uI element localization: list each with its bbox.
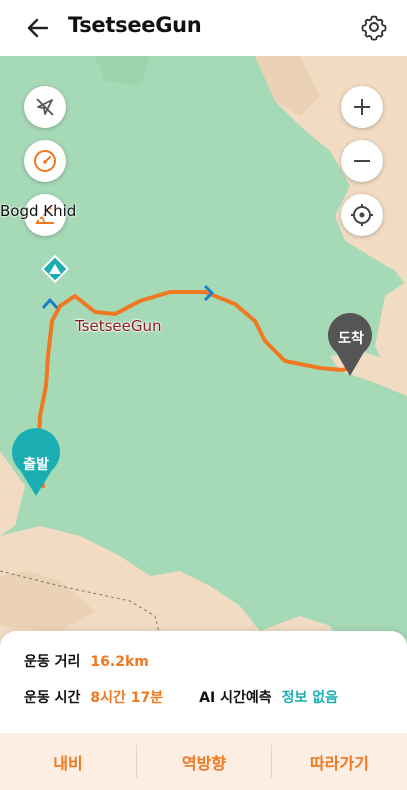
speed-button[interactable] bbox=[24, 140, 66, 182]
end-pin-label: 도착 bbox=[338, 331, 364, 347]
follow-button[interactable]: 따라가기 bbox=[272, 733, 407, 790]
navigation-off-icon bbox=[36, 98, 54, 116]
reverse-button[interactable]: 역방향 bbox=[137, 733, 271, 790]
map-view[interactable]: Bogd Khid TsetseeGun 도착 출발 bbox=[0, 56, 407, 656]
zoom-out-button[interactable] bbox=[341, 140, 383, 182]
time-value: 8시간 17분 bbox=[90, 690, 164, 706]
action-bar: 내비 역방향 따라가기 bbox=[0, 733, 407, 790]
ai-estimate-label: AI 시간예측 bbox=[199, 690, 272, 706]
locate-button[interactable] bbox=[341, 194, 383, 236]
speedometer-icon bbox=[34, 150, 56, 172]
arrow-left-icon bbox=[27, 18, 49, 38]
page-title: TsetseeGun bbox=[68, 13, 202, 37]
zoom-in-button[interactable] bbox=[341, 86, 383, 128]
summit-marker-icon bbox=[40, 254, 70, 284]
terrain-patch bbox=[95, 56, 150, 86]
time-label: 운동 시간 bbox=[24, 690, 81, 706]
distance-row: 운동 거리 16.2km bbox=[24, 651, 149, 671]
app-header: TsetseeGun bbox=[0, 0, 407, 56]
direction-arrow-icon bbox=[41, 298, 59, 309]
summit-label: TsetseeGun bbox=[75, 317, 162, 335]
settings-button[interactable] bbox=[359, 12, 389, 42]
start-pin-label: 출발 bbox=[23, 457, 49, 473]
place-label: Bogd Khid bbox=[0, 202, 77, 220]
distance-label: 운동 거리 bbox=[24, 654, 81, 670]
ai-estimate-value: 정보 없음 bbox=[281, 690, 339, 706]
distance-value: 16.2km bbox=[90, 654, 149, 670]
gear-icon bbox=[361, 15, 387, 41]
back-button[interactable] bbox=[22, 12, 54, 44]
plus-icon bbox=[354, 99, 370, 115]
navigation-toggle-button[interactable] bbox=[24, 86, 66, 128]
minus-icon bbox=[354, 160, 370, 162]
navi-button[interactable]: 내비 bbox=[0, 733, 136, 790]
crosshair-icon bbox=[351, 204, 373, 226]
time-row: 운동 시간 8시간 17분 AI 시간예측 정보 없음 bbox=[24, 687, 338, 707]
